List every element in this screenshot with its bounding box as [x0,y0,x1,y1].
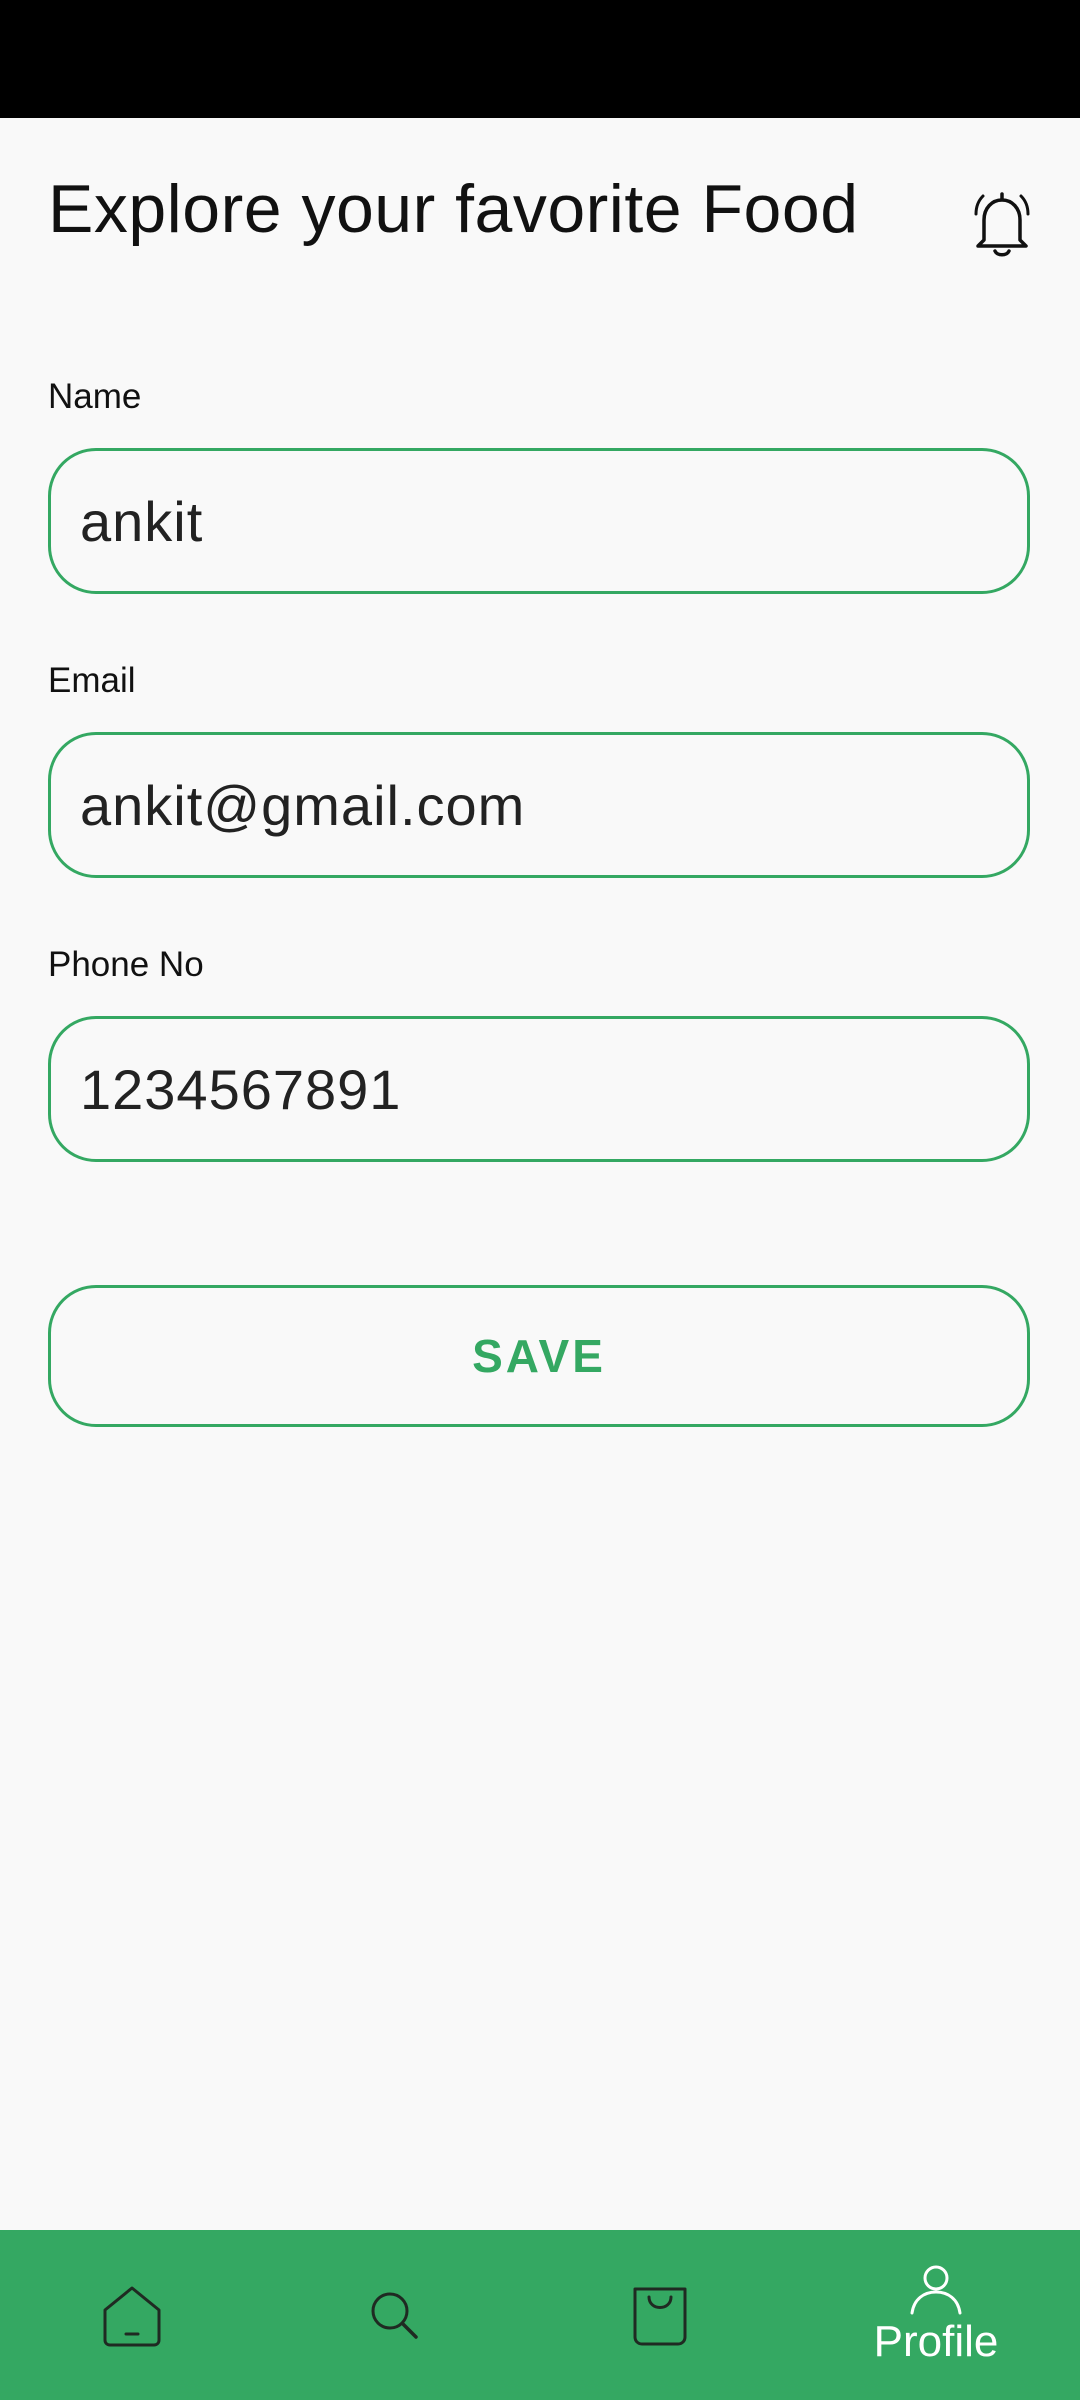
save-button-label: SAVE [472,1330,606,1382]
status-bar [0,0,1080,118]
nav-item-home[interactable] [32,2230,232,2400]
name-label: Name [48,377,142,416]
email-label: Email [48,661,136,700]
bottom-nav: Profile [0,2230,1080,2400]
bell-icon[interactable] [970,188,1034,258]
nav-item-profile-label: Profile [873,2317,999,2366]
name-field[interactable]: ankit [48,448,1030,594]
email-field[interactable]: ankit@gmail.com [48,732,1030,878]
nav-item-profile[interactable]: Profile [836,2230,1036,2400]
search-icon [366,2287,422,2343]
profile-icon [908,2263,964,2315]
home-icon [99,2282,165,2348]
nav-item-search[interactable] [294,2230,494,2400]
nav-item-cart[interactable] [560,2230,760,2400]
page-title: Explore your favorite Food [48,171,859,247]
phone-field-value: 1234567891 [80,1057,402,1121]
phone-field[interactable]: 1234567891 [48,1016,1030,1162]
header: Explore your favorite Food [0,118,1080,318]
shopping-bag-icon [629,2283,691,2347]
phone-label: Phone No [48,945,204,984]
email-field-value: ankit@gmail.com [80,773,526,837]
name-field-value: ankit [80,489,204,553]
save-button[interactable]: SAVE [48,1285,1030,1427]
